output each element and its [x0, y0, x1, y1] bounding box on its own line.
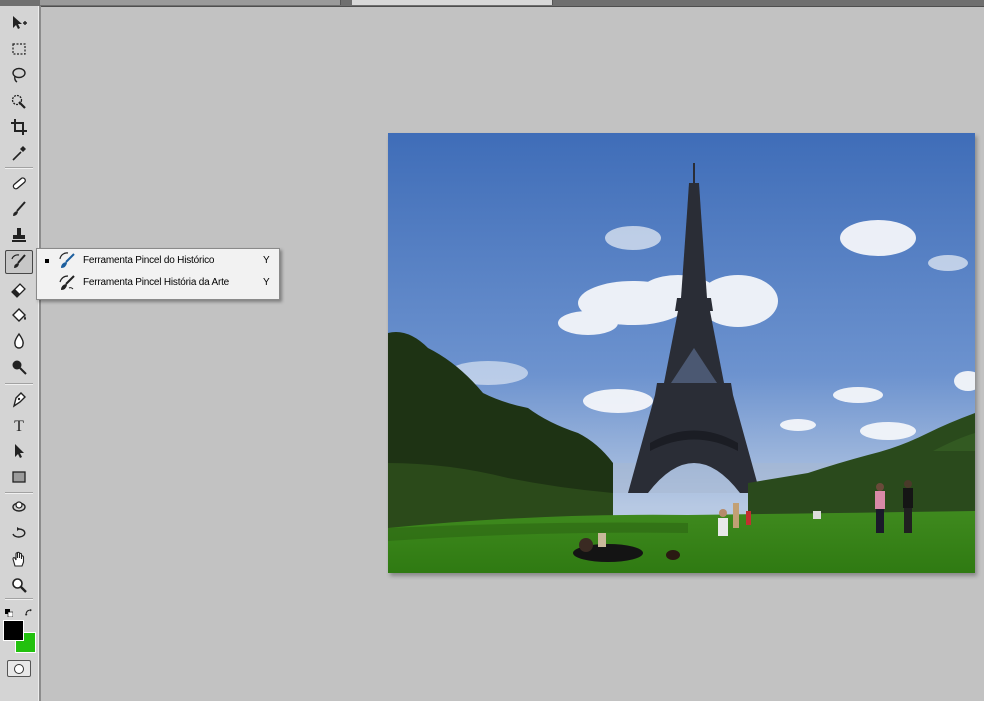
brush-tool[interactable] [6, 198, 32, 220]
dodge-icon [12, 360, 27, 375]
3d-orbit-icon [12, 527, 26, 538]
document-tab[interactable] [40, 0, 341, 5]
type-tool[interactable]: T [6, 414, 32, 436]
art-history-brush-icon [59, 275, 75, 290]
3d-orbit-tool[interactable] [6, 522, 32, 544]
zoom-tool[interactable] [6, 574, 32, 596]
swap-colors-icon[interactable] [25, 602, 33, 616]
bucket-icon [12, 308, 26, 322]
shape-tool[interactable] [6, 466, 32, 488]
flyout-item-label: Ferramenta Pincel História da Arte [83, 277, 230, 288]
quick-selection-icon [11, 94, 26, 109]
clone-stamp-tool[interactable] [6, 224, 32, 246]
top-bar [0, 0, 984, 7]
crop-tool[interactable] [6, 116, 32, 138]
spot-healing-tool[interactable] [6, 172, 32, 194]
eyedropper-icon [12, 146, 26, 161]
flyout-item-shortcut: Y [263, 255, 270, 266]
3d-rotate-tool[interactable] [6, 496, 32, 518]
arrow-icon [15, 444, 24, 458]
move-icon [13, 16, 27, 29]
selected-bullet-icon [45, 259, 49, 263]
flyout-item-history-brush[interactable]: Ferramenta Pincel do Histórico Y [37, 250, 279, 272]
move-tool[interactable] [6, 12, 32, 34]
history-brush-icon [11, 254, 26, 268]
drop-icon [14, 332, 24, 349]
brush-icon [13, 201, 26, 216]
hand-tool[interactable] [6, 548, 32, 570]
3d-rotate-icon [12, 501, 26, 512]
flyout-item-art-history-brush[interactable]: Ferramenta Pincel História da Arte Y [37, 272, 279, 294]
marquee-tool[interactable] [6, 38, 32, 60]
tools-separator [5, 492, 33, 494]
tools-separator [5, 167, 33, 169]
flyout-item-shortcut: Y [263, 277, 270, 288]
tool-flyout-menu: Ferramenta Pincel do Histórico Y Ferrame… [36, 248, 280, 300]
lasso-tool[interactable] [6, 64, 32, 86]
quick-mask-button[interactable] [7, 660, 31, 677]
default-colors-icon[interactable] [5, 602, 14, 618]
document-canvas-image[interactable] [388, 133, 975, 573]
paint-bucket-tool[interactable] [6, 304, 32, 326]
crop-icon [11, 119, 27, 135]
eyedropper-tool[interactable] [6, 142, 32, 164]
rect-marquee-icon [12, 43, 26, 55]
lasso-icon [12, 67, 26, 83]
path-selection-tool[interactable] [6, 440, 32, 462]
pen-icon [12, 392, 26, 408]
history-brush-tool[interactable] [5, 250, 33, 274]
history-brush-icon [59, 252, 75, 268]
eiffel-tower-photo [388, 133, 975, 573]
type-icon: T [14, 418, 24, 434]
tools-separator [5, 598, 33, 600]
hand-icon [12, 551, 25, 567]
bandage-icon [12, 177, 26, 190]
type-glyph: T [14, 418, 24, 434]
quick-selection-tool[interactable] [6, 90, 32, 112]
flyout-item-label: Ferramenta Pincel do Histórico [83, 255, 215, 266]
pen-tool[interactable] [6, 388, 32, 410]
zoom-icon [12, 578, 27, 593]
eraser-icon [11, 283, 26, 298]
blur-tool[interactable] [6, 330, 32, 352]
rectangle-icon [12, 471, 26, 483]
document-tab-active[interactable] [352, 0, 553, 5]
tools-panel: T [0, 6, 41, 701]
foreground-color-swatch[interactable] [3, 620, 24, 641]
tools-separator [5, 383, 33, 385]
dodge-tool[interactable] [6, 356, 32, 378]
eraser-tool[interactable] [6, 278, 32, 300]
stamp-icon [12, 228, 26, 242]
